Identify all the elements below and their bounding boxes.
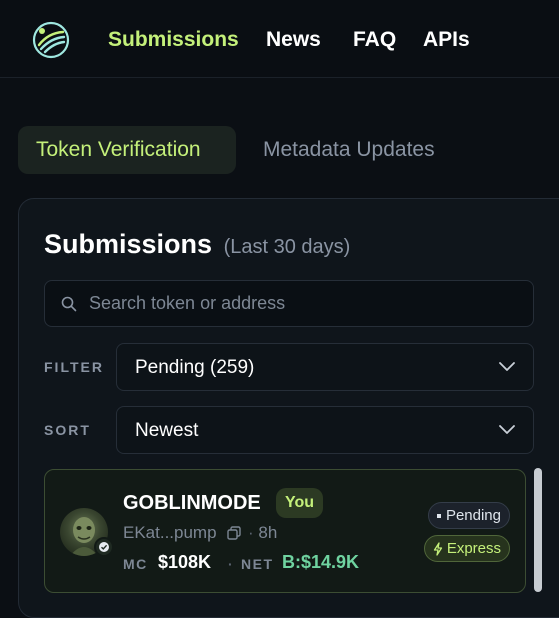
status-badge: Pending (427, 502, 510, 529)
mc-value: $108K (158, 552, 212, 572)
tier-text: Express (446, 540, 501, 557)
sort-select[interactable]: Newest (116, 406, 534, 454)
scrollbar-thumb[interactable] (534, 468, 542, 592)
verified-icon (94, 537, 114, 557)
age-separator: · (248, 523, 254, 542)
logo-icon[interactable] (30, 19, 72, 61)
metric-separator: · (228, 556, 235, 572)
panel-title-text: Submissions (44, 229, 213, 259)
token-age: · 8h (248, 523, 277, 543)
tab-token-verification[interactable]: Token Verification (18, 126, 236, 174)
you-badge: You (276, 488, 324, 518)
sort-value: Newest (135, 420, 199, 441)
tab-metadata-updates[interactable]: Metadata Updates (245, 126, 453, 174)
token-name: GOBLINMODE (123, 492, 261, 514)
token-age-value: 8h (258, 523, 278, 542)
mc-label: MC (123, 556, 148, 572)
tier-badge: Express (423, 535, 510, 562)
search-icon (61, 296, 77, 312)
chevron-down-icon (499, 362, 515, 371)
search-box (44, 280, 534, 327)
filter-label: FILTER (44, 359, 104, 375)
panel-title: Submissions (Last 30 days) (44, 229, 350, 260)
sort-label: SORT (44, 422, 91, 438)
filter-select[interactable]: Pending (259) (116, 343, 534, 391)
bolt-icon (433, 541, 442, 556)
status-dot-icon (436, 513, 441, 518)
nav-news[interactable]: News (266, 28, 321, 52)
submissions-panel: Submissions (Last 30 days) FILTER Pendin… (18, 198, 559, 618)
token-address: EKat...pump (123, 523, 217, 542)
search-input[interactable] (89, 281, 519, 326)
status-text: Pending (445, 507, 501, 524)
net-value: B:$14.9K (282, 552, 360, 572)
panel-subtitle: (Last 30 days) (223, 236, 351, 258)
nav-submissions[interactable]: Submissions (108, 28, 239, 52)
filter-value: Pending (259) (135, 357, 255, 378)
nav-apis[interactable]: APIs (423, 28, 470, 52)
top-nav: Submissions News FAQ APIs (0, 0, 559, 78)
net-label: NET (241, 556, 274, 572)
submission-card[interactable]: GOBLINMODE You EKat...pump · 8h MC $108K… (44, 469, 526, 593)
chevron-down-icon (499, 425, 515, 434)
nav-faq[interactable]: FAQ (353, 28, 396, 52)
copy-icon[interactable] (227, 526, 241, 540)
